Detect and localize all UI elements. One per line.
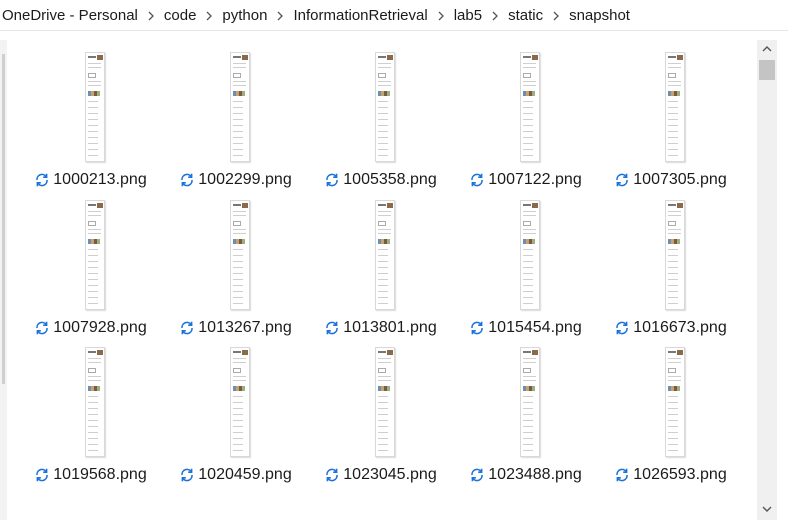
file-thumbnail[interactable] [665,52,685,162]
chevron-up-icon [762,46,772,52]
sync-pending-icon [469,467,485,483]
file-label[interactable]: 1015454.png [453,319,598,337]
breadcrumb-item[interactable]: python [220,7,269,24]
file-thumbnail[interactable] [230,52,250,162]
file-label[interactable]: 1002299.png [163,171,308,189]
navigation-pane-scroll-thumb[interactable] [2,54,5,384]
sync-pending-icon [179,320,195,336]
chevron-right-icon[interactable] [484,7,506,24]
scroll-thumb[interactable] [759,60,775,80]
file-item[interactable]: 1005358.png [308,44,453,192]
file-name: 1016673.png [633,318,727,336]
file-item[interactable]: 1015454.png [453,192,598,340]
file-thumbnail[interactable] [665,347,685,457]
scroll-up-button[interactable] [757,40,777,58]
file-item[interactable]: 1026593.png [598,339,743,487]
file-label[interactable]: 1020459.png [163,466,308,484]
file-thumbnail[interactable] [375,52,395,162]
chevron-right-icon[interactable] [140,7,162,24]
sync-pending-icon [614,172,630,188]
file-label[interactable]: 1007928.png [18,319,163,337]
file-grid: 1000213.png 1002299.png 1005358.png 1007122… [18,44,748,487]
breadcrumb-item[interactable]: OneDrive - Personal [0,7,140,24]
breadcrumb-item[interactable]: code [162,7,199,24]
file-thumbnail[interactable] [520,347,540,457]
sync-pending-icon [34,172,50,188]
file-thumbnail[interactable] [85,347,105,457]
file-name: 1000213.png [53,171,147,188]
file-name: 1023488.png [488,466,582,483]
file-label[interactable]: 1026593.png [598,466,743,484]
sync-pending-icon [324,320,340,336]
breadcrumb-item[interactable]: InformationRetrieval [291,7,429,24]
file-thumbnail[interactable] [375,347,395,457]
chevron-right-icon[interactable] [545,7,567,24]
file-thumbnail[interactable] [375,199,395,310]
file-thumbnail[interactable] [665,199,685,310]
scroll-down-button[interactable] [757,500,777,518]
file-item[interactable]: 1016673.png [598,192,743,340]
file-thumbnail[interactable] [85,199,105,310]
sync-pending-icon [469,320,485,336]
file-item[interactable]: 1019568.png [18,339,163,487]
file-label[interactable]: 1000213.png [18,171,163,189]
file-item[interactable]: 1023045.png [308,339,453,487]
file-item[interactable]: 1013801.png [308,192,453,340]
file-label[interactable]: 1019568.png [18,466,163,484]
file-name: 1005358.png [343,171,437,188]
file-item[interactable]: 1007305.png [598,44,743,192]
file-thumbnail[interactable] [230,199,250,310]
breadcrumb-item[interactable]: snapshot [567,7,632,24]
sync-pending-icon [469,172,485,188]
file-item[interactable]: 1013267.png [163,192,308,340]
file-label[interactable]: 1007122.png [453,171,598,189]
chevron-right-icon[interactable] [198,7,220,24]
chevron-right-icon[interactable] [269,7,291,24]
sync-pending-icon [614,320,630,336]
breadcrumb-item[interactable]: static [506,7,545,24]
breadcrumb-item[interactable]: lab5 [452,7,484,24]
file-item[interactable]: 1002299.png [163,44,308,192]
chevron-down-icon [762,506,772,512]
sync-pending-icon [179,467,195,483]
navigation-pane-edge [0,40,7,520]
file-name: 1023045.png [343,466,437,483]
file-name: 1002299.png [198,171,292,188]
sync-pending-icon [34,467,50,483]
file-thumbnail[interactable] [230,347,250,457]
file-item[interactable]: 1007122.png [453,44,598,192]
file-name: 1007122.png [488,171,582,188]
file-label[interactable]: 1013801.png [308,319,453,337]
sync-pending-icon [324,467,340,483]
file-label[interactable]: 1023045.png [308,466,453,484]
file-name: 1020459.png [198,466,292,483]
chevron-right-icon[interactable] [430,7,452,24]
file-name: 1007305.png [633,171,727,188]
file-label[interactable]: 1005358.png [308,171,453,189]
breadcrumb: OneDrive - Personal code python Information… [0,0,788,31]
file-item[interactable]: 1007928.png [18,192,163,340]
file-name: 1013267.png [198,318,292,336]
file-thumbnail[interactable] [520,52,540,162]
file-label[interactable]: 1007305.png [598,171,743,189]
file-thumbnail[interactable] [85,52,105,162]
file-name: 1013801.png [343,318,437,336]
file-item[interactable]: 1000213.png [18,44,163,192]
sync-pending-icon [179,172,195,188]
file-name: 1019568.png [53,466,147,483]
file-thumbnail[interactable] [520,199,540,310]
vertical-scrollbar[interactable] [757,40,777,520]
file-name: 1026593.png [633,466,727,483]
file-item[interactable]: 1023488.png [453,339,598,487]
file-label[interactable]: 1013267.png [163,319,308,337]
file-label[interactable]: 1016673.png [598,319,743,337]
file-label[interactable]: 1023488.png [453,466,598,484]
file-name: 1007928.png [53,318,147,336]
sync-pending-icon [614,467,630,483]
file-item[interactable]: 1020459.png [163,339,308,487]
sync-pending-icon [324,172,340,188]
sync-pending-icon [34,320,50,336]
file-name: 1015454.png [488,318,582,336]
